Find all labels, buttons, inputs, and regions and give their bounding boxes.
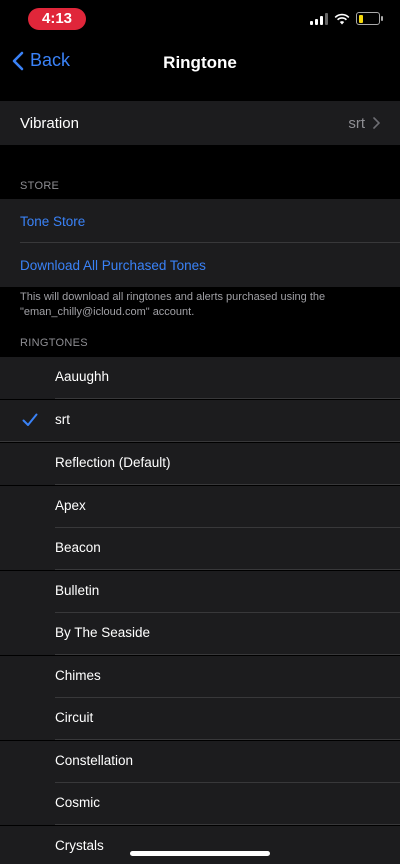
cellular-signal-icon <box>310 12 328 25</box>
ringtone-row[interactable]: srt <box>0 400 400 442</box>
vibration-value: srt <box>348 115 380 132</box>
checkmark-icon <box>22 413 38 426</box>
store-section-header: STORE <box>20 180 60 192</box>
status-icons <box>310 12 383 25</box>
ringtone-row[interactable]: Cosmic <box>0 783 400 825</box>
ringtone-row[interactable]: Crystals <box>0 826 400 864</box>
download-purchased-row[interactable]: Download All Purchased Tones <box>0 243 400 287</box>
store-footer-note: This will download all ringtones and ale… <box>20 291 326 318</box>
vibration-row[interactable]: Vibration srt <box>0 101 400 145</box>
page-title: Ringtone <box>163 53 237 72</box>
navigation-bar: Back Ringtone <box>0 40 400 86</box>
vibration-value-text: srt <box>348 114 365 132</box>
ringtone-name: Constellation <box>55 753 134 768</box>
ringtone-row[interactable]: Beacon <box>0 528 400 570</box>
row-separator <box>55 739 400 740</box>
ringtone-name: Circuit <box>55 710 94 725</box>
ringtone-name: Crystals <box>55 838 104 853</box>
ringtone-row[interactable]: Chimes <box>0 656 400 698</box>
row-separator <box>0 441 400 442</box>
ringtone-row[interactable]: Apex <box>0 486 400 528</box>
ringtone-name: Apex <box>55 498 86 513</box>
ringtone-name: Bulletin <box>55 583 100 598</box>
ringtone-name: Aauughh <box>55 369 110 384</box>
row-separator <box>55 398 400 399</box>
ringtone-row[interactable]: By The Seaside <box>0 613 400 655</box>
ringtone-screen: 4:13 Back Ringtone Vibration srt STORE T… <box>0 0 400 864</box>
ringtone-row[interactable]: Aauughh <box>0 357 400 399</box>
row-separator <box>55 484 400 485</box>
ringtone-name: srt <box>55 412 70 427</box>
ringtone-name: Beacon <box>55 540 101 555</box>
ringtone-row[interactable]: Reflection (Default) <box>0 443 400 485</box>
wifi-icon <box>334 13 350 24</box>
status-bar: 4:13 <box>0 0 400 40</box>
ringtone-name: Chimes <box>55 668 101 683</box>
vibration-label: Vibration <box>20 114 79 132</box>
tone-store-row[interactable]: Tone Store <box>0 199 400 243</box>
row-separator <box>55 569 400 570</box>
ringtone-name: Cosmic <box>55 795 101 810</box>
ringtone-row[interactable]: Circuit <box>0 698 400 740</box>
battery-icon <box>356 12 383 25</box>
ringtone-name: By The Seaside <box>55 625 151 640</box>
row-separator <box>55 824 400 825</box>
status-time[interactable]: 4:13 <box>28 8 86 30</box>
ringtones-section-header: RINGTONES <box>20 337 88 349</box>
ringtone-row[interactable]: Bulletin <box>0 571 400 613</box>
chevron-right-icon <box>373 117 380 129</box>
ringtone-row[interactable]: Constellation <box>0 741 400 783</box>
download-purchased-link[interactable]: Download All Purchased Tones <box>20 258 206 273</box>
row-separator <box>55 654 400 655</box>
home-indicator[interactable] <box>130 851 270 856</box>
ringtone-name: Reflection (Default) <box>55 455 171 470</box>
tone-store-link[interactable]: Tone Store <box>20 214 85 229</box>
